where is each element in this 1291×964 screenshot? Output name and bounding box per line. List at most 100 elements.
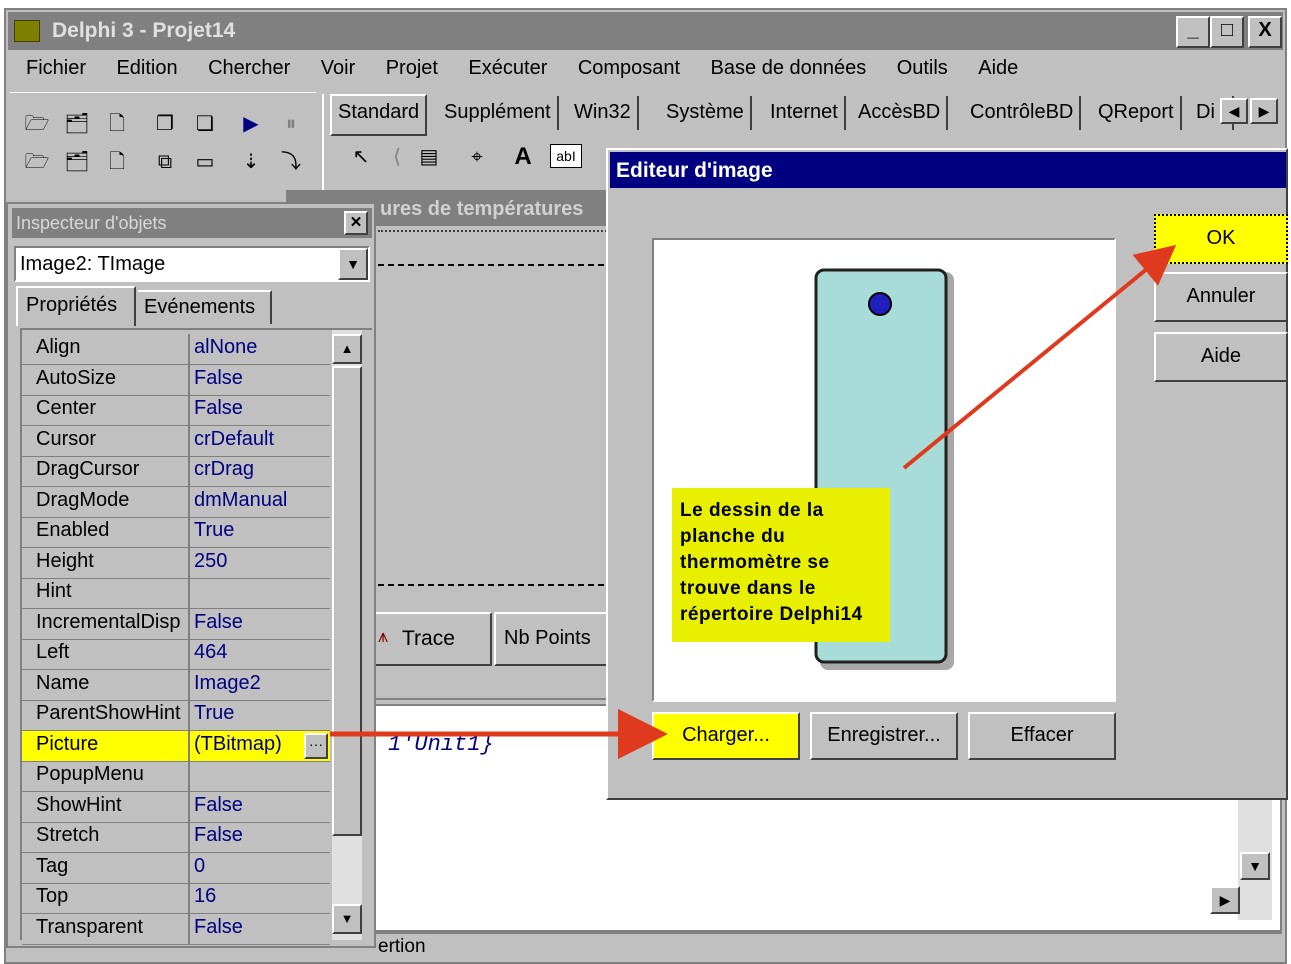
- property-value[interactable]: 464: [194, 641, 227, 664]
- property-row[interactable]: Align alNone: [22, 334, 330, 365]
- property-row[interactable]: ShowHint False: [22, 791, 330, 823]
- property-row[interactable]: Top 16: [22, 883, 330, 914]
- tab-systeme[interactable]: Système: [660, 96, 752, 130]
- scroll-down-icon[interactable]: ▼: [1240, 852, 1270, 880]
- tab-accesbd[interactable]: AccèsBD: [852, 96, 949, 130]
- property-row[interactable]: Enabled True: [22, 517, 330, 548]
- property-row[interactable]: Transparent False: [22, 913, 330, 945]
- property-value[interactable]: False: [194, 397, 243, 420]
- add-file-icon[interactable]: 🗋: [102, 149, 132, 175]
- property-value[interactable]: 16: [194, 885, 216, 908]
- property-row[interactable]: Picture (TBitmap) ···: [22, 730, 330, 762]
- menu-composant[interactable]: Composant: [578, 57, 680, 80]
- object-selector[interactable]: Image2: TImage ▼: [14, 246, 370, 282]
- property-value[interactable]: (TBitmap): [194, 733, 282, 756]
- property-row[interactable]: Center False: [22, 395, 330, 426]
- label-icon[interactable]: A: [508, 144, 538, 170]
- menu-aide[interactable]: Aide: [978, 57, 1018, 80]
- save-all-icon[interactable]: 🗂: [62, 111, 92, 137]
- property-value[interactable]: True: [194, 702, 234, 725]
- load-button[interactable]: Charger...: [652, 712, 800, 760]
- property-value[interactable]: False: [194, 824, 243, 847]
- main-menu-icon[interactable]: ▤: [414, 144, 444, 170]
- property-value[interactable]: True: [194, 519, 234, 542]
- property-row[interactable]: Tag 0: [22, 852, 330, 884]
- inspector-close-icon[interactable]: ✕: [344, 211, 368, 235]
- copy-icon[interactable]: ❐: [150, 111, 180, 137]
- minimize-button[interactable]: _: [1176, 16, 1210, 48]
- property-value[interactable]: crDefault: [194, 428, 274, 451]
- tab-win32[interactable]: Win32: [568, 96, 639, 130]
- trace-button[interactable]: ⩚ Trace: [374, 612, 492, 666]
- property-row[interactable]: Cursor crDefault: [22, 425, 330, 457]
- pause-icon[interactable]: ⏸: [276, 111, 306, 137]
- scroll-down-icon[interactable]: ▼: [332, 904, 362, 934]
- menu-chercher[interactable]: Chercher: [208, 57, 290, 80]
- popup-menu-icon[interactable]: ⌖: [462, 144, 492, 170]
- trace-into-icon[interactable]: ⤵: [276, 149, 306, 175]
- property-row[interactable]: PopupMenu: [22, 761, 330, 792]
- windows-icon[interactable]: ❏: [190, 111, 220, 137]
- menu-voir[interactable]: Voir: [321, 57, 355, 80]
- menu-projet[interactable]: Projet: [386, 57, 438, 80]
- close-button[interactable]: X: [1248, 16, 1282, 48]
- property-value[interactable]: dmManual: [194, 489, 287, 512]
- tab-supplement[interactable]: Supplément: [438, 96, 559, 130]
- property-row[interactable]: DragMode dmManual: [22, 486, 330, 518]
- property-row[interactable]: Name Image2: [22, 669, 330, 701]
- maximize-button[interactable]: □: [1210, 16, 1244, 48]
- property-value[interactable]: False: [194, 916, 243, 939]
- clear-button[interactable]: Effacer: [968, 712, 1116, 760]
- menu-outils[interactable]: Outils: [897, 57, 948, 80]
- open-file-icon[interactable]: 🗁: [22, 149, 52, 175]
- run-icon[interactable]: ▶: [236, 111, 266, 137]
- menu-executer[interactable]: Exécuter: [468, 57, 547, 80]
- property-scrollbar[interactable]: ▲ ▼: [332, 330, 362, 940]
- property-row[interactable]: Height 250: [22, 547, 330, 579]
- chevron-down-icon[interactable]: ▼: [338, 248, 368, 280]
- code-scrollbar[interactable]: ▼ ▶: [1210, 790, 1272, 920]
- scroll-right-icon[interactable]: ▶: [1210, 886, 1240, 914]
- property-row[interactable]: ParentShowHint True: [22, 700, 330, 731]
- property-row[interactable]: Left 464: [22, 639, 330, 670]
- save-file-icon[interactable]: 🗂: [62, 149, 92, 175]
- property-value[interactable]: False: [194, 611, 243, 634]
- save-button[interactable]: Enregistrer...: [810, 712, 958, 760]
- tab-controlebd[interactable]: ContrôleBD: [964, 96, 1082, 130]
- property-row[interactable]: DragCursor crDrag: [22, 456, 330, 487]
- scroll-thumb[interactable]: [332, 366, 362, 836]
- cancel-button[interactable]: Annuler: [1154, 272, 1288, 322]
- property-row[interactable]: IncrementalDisp False: [22, 608, 330, 640]
- tab-qreport[interactable]: QReport: [1092, 96, 1182, 130]
- property-row[interactable]: AutoSize False: [22, 364, 330, 396]
- property-value[interactable]: Image2: [194, 672, 261, 695]
- step-over-icon[interactable]: ⇣: [236, 149, 266, 175]
- menu-base-de-donnees[interactable]: Base de données: [711, 57, 867, 80]
- pointer-icon[interactable]: ↖: [346, 144, 376, 170]
- property-value[interactable]: False: [194, 367, 243, 390]
- menu-fichier[interactable]: Fichier: [26, 57, 86, 80]
- open-project-icon[interactable]: 🗁: [22, 111, 52, 137]
- tab-evenements[interactable]: Evénements: [138, 290, 272, 324]
- property-row[interactable]: Stretch False: [22, 822, 330, 853]
- toggle-form-icon[interactable]: ⧉: [150, 149, 180, 175]
- tab-scroll-right-icon[interactable]: ▶: [1250, 98, 1278, 124]
- help-button[interactable]: Aide: [1154, 332, 1288, 382]
- property-value[interactable]: 250: [194, 550, 227, 573]
- property-row[interactable]: Hint: [22, 578, 330, 609]
- property-value[interactable]: False: [194, 794, 243, 817]
- property-value[interactable]: crDrag: [194, 458, 254, 481]
- edit-icon[interactable]: abI: [550, 144, 582, 168]
- nb-points-button[interactable]: Nb Points: [494, 612, 612, 666]
- tab-scroll-left-icon[interactable]: ◀: [1220, 98, 1248, 124]
- menu-edition[interactable]: Edition: [116, 57, 177, 80]
- property-value[interactable]: alNone: [194, 336, 257, 359]
- property-value[interactable]: 0: [194, 855, 205, 878]
- new-form-icon[interactable]: 🗋: [102, 111, 132, 137]
- tab-proprietes[interactable]: Propriétés: [16, 286, 136, 326]
- tab-internet[interactable]: Internet: [764, 96, 846, 130]
- form-icon[interactable]: ▭: [190, 149, 220, 175]
- scroll-up-icon[interactable]: ▲: [332, 334, 362, 364]
- frame-icon[interactable]: ⟨: [382, 144, 412, 170]
- ellipsis-button[interactable]: ···: [304, 732, 328, 759]
